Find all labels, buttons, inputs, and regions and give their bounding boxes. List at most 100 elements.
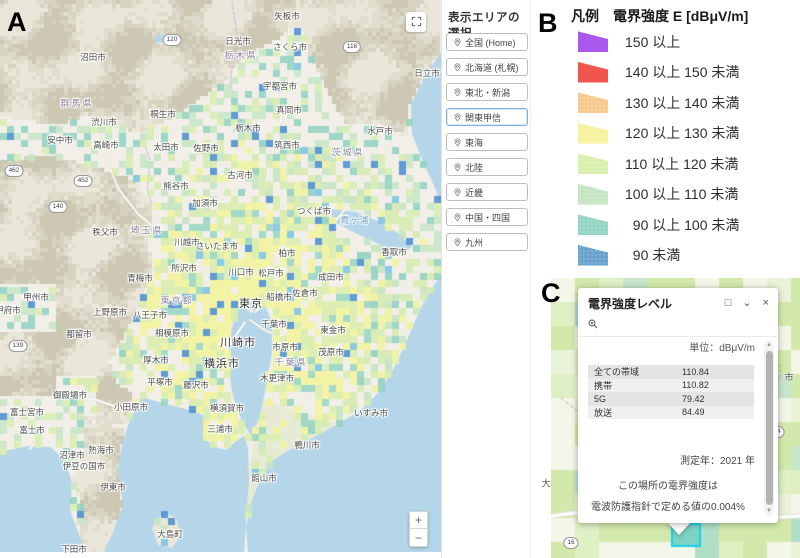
area-button-hokkaido[interactable]: 北海道 (札幌) [446,58,528,76]
area-button-kanto-koshin[interactable]: 関東甲信 [446,108,528,126]
route-badge: 139 [9,340,28,352]
area-selection-sidebar: 表示エリアの選択 全国 (Home)北海道 (札幌)東北・新潟関東甲信東海北陸近… [441,0,531,558]
area-button-label: 全国 (Home) [465,36,516,49]
popup-callout-pointer [666,521,692,535]
band-table: 全ての帯域110.84携帯110.825G79.42放送84.49 [588,365,754,419]
legend-row: 90 以上 100 未満 [578,214,739,235]
area-button-tohoku-niigata[interactable]: 東北・新潟 [446,83,528,101]
route-badge: 16 [563,537,578,549]
popup-scrollbar[interactable]: ▲ ▼ [764,340,774,516]
map-canvas[interactable] [0,0,441,552]
panel-label-a: A [7,9,27,36]
band-table-row: 携帯110.82 [588,379,754,393]
popup-title: 電界強度レベル [588,295,714,312]
location-pin-icon [453,163,462,172]
legend-row: 110 以上 120 未満 [578,153,739,174]
location-pin-icon [453,113,462,122]
legend-row: 150 以上 [578,31,739,52]
legend-row: 140 以上 150 未満 [578,62,739,83]
legend-label: 90 以上 100 未満 [625,215,739,235]
band-table-row: 5G79.42 [588,392,754,406]
location-pin-icon [453,88,462,97]
area-button-list: 全国 (Home) 北海道 (札幌) 東北・新潟関東甲信東海北陸近畿中国・四国九州 [446,33,528,258]
magnifier-plus-icon[interactable] [587,317,599,335]
area-button-label: 九州 [465,236,483,249]
legend-label: 120 以上 130 未満 [625,123,739,143]
area-button-label: 中国・四国 [465,211,510,224]
zoom-in-button[interactable]: + [409,511,428,529]
figure: 沼田市矢板市さくら市日光市桐生市渋川市安中市高崎市太田市佐野市宇都宮市真岡市栃木… [0,0,800,558]
area-button-hokuriku[interactable]: 北陸 [446,158,528,176]
legend-label: 130 以上 140 未満 [625,93,739,113]
scrollbar-thumb[interactable] [766,351,773,505]
legend-label: 110 以上 120 未満 [625,154,738,174]
scroll-up-icon[interactable]: ▲ [766,340,772,350]
map-zoom-controls: + − [409,511,428,547]
legend-swatch [578,245,608,266]
legend-label: 90 未満 [625,245,680,265]
area-button-zenkoku[interactable]: 全国 (Home) [446,33,528,51]
band-value: 110.84 [682,367,754,377]
legend-swatch [578,31,608,52]
location-pin-icon [453,38,462,47]
area-button-label: 東海 [465,136,483,149]
fullscreen-icon [411,15,422,30]
fullscreen-button[interactable] [406,12,426,32]
zoom-out-button[interactable]: − [409,529,428,547]
popup-collapse-icon[interactable]: ⌄ [742,298,751,309]
popup-restore-icon[interactable]: □ [725,298,732,309]
legend-swatch [578,123,608,144]
location-pin-icon [453,63,462,72]
band-name: 5G [588,394,682,404]
legend-label: 100 以上 110 未満 [625,184,738,204]
legend-title-text: 電界強度 E [dBμV/m] [613,6,748,26]
area-button-chugoku-shikoku[interactable]: 中国・四国 [446,208,528,226]
route-badge: 462 [5,165,24,177]
area-button-kyushu[interactable]: 九州 [446,233,528,251]
area-button-kinki[interactable]: 近畿 [446,183,528,201]
popup-panel: 大小市市234416 電界強度レベル □ ⌄ × 単位：dBμV/m 全ての帯域… [537,278,800,558]
legend-rows: 150 以上 140 以上 150 未満 130 以上 140 未満 120 以上 1… [578,31,739,275]
legend-swatch [578,184,608,205]
band-name: 全ての帯域 [588,365,682,378]
location-pin-icon [453,238,462,247]
legend-row: 130 以上 140 未満 [578,92,739,113]
location-pin-icon [453,213,462,222]
legend-swatch [578,62,608,83]
route-badge: 452 [74,175,93,187]
location-pin-icon [453,138,462,147]
mini-map-label: 大 [541,477,550,490]
route-badge: 120 [163,34,182,46]
area-button-label: 北海道 (札幌) [465,61,519,74]
band-name: 携帯 [588,379,682,392]
legend-title-prefix: 凡例 [571,6,599,26]
map-panel: 沼田市矢板市さくら市日光市桐生市渋川市安中市高崎市太田市佐野市宇都宮市真岡市栃木… [0,0,441,558]
area-button-label: 近畿 [465,186,483,199]
panel-label-b: B [538,10,558,37]
legend-swatch [578,153,608,174]
band-name: 放送 [588,406,682,419]
route-badge: 118 [343,41,361,53]
band-value: 84.49 [682,407,754,417]
band-table-row: 全ての帯域110.84 [588,365,754,379]
band-value: 110.82 [682,380,754,390]
panel-label-c: C [541,280,561,307]
legend-swatch [578,92,608,113]
location-pin-icon [453,188,462,197]
popup-close-icon[interactable]: × [763,298,769,309]
measurement-year: 測定年：2021 年 [680,452,755,467]
legend-row: 120 以上 130 未満 [578,123,739,144]
note-line-2: 電波防護指針で定める値の0.004% [578,498,758,513]
popup-header[interactable]: 電界強度レベル □ ⌄ × [578,288,778,315]
area-button-label: 関東甲信 [465,111,501,124]
note-line-1: この場所の電界強度は [578,477,758,492]
legend-row: 100 以上 110 未満 [578,184,739,205]
field-strength-popup: 電界強度レベル □ ⌄ × 単位：dBμV/m 全ての帯域110.84携帯110… [578,288,778,523]
band-table-row: 放送84.49 [588,406,754,420]
area-button-tokai[interactable]: 東海 [446,133,528,151]
legend-label: 140 以上 150 未満 [625,62,739,82]
unit-label: 単位：dBμV/m [689,339,755,354]
scroll-down-icon[interactable]: ▼ [766,506,772,516]
legend-title: 凡例 電界強度 E [dBμV/m] [571,6,748,26]
legend-label: 150 以上 [625,32,680,52]
